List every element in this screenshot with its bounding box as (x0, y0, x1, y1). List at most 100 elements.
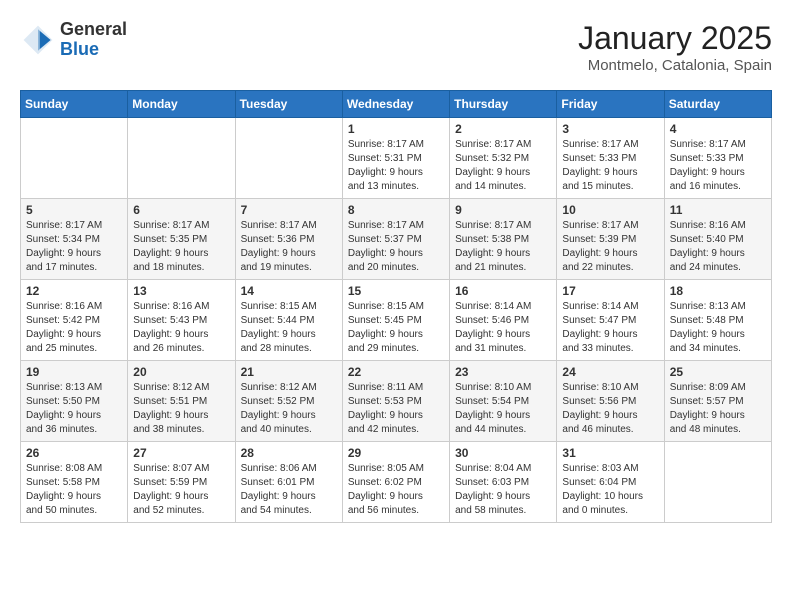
calendar-cell: 22 Sunrise: 8:11 AM Sunset: 5:53 PM Dayli… (342, 361, 449, 442)
day-number: 29 (348, 446, 444, 460)
calendar-cell: 14 Sunrise: 8:15 AM Sunset: 5:44 PM Dayli… (235, 280, 342, 361)
weekday-header-monday: Monday (128, 91, 235, 118)
calendar-cell: 24 Sunrise: 8:10 AM Sunset: 5:56 PM Dayli… (557, 361, 664, 442)
calendar-cell: 18 Sunrise: 8:13 AM Sunset: 5:48 PM Dayli… (664, 280, 771, 361)
logo-icon (20, 22, 56, 58)
calendar-cell: 28Sunrise: 8:06 AM Sunset: 6:01 PM Dayli… (235, 442, 342, 523)
calendar-cell: 9Sunrise: 8:17 AM Sunset: 5:38 PM Daylig… (450, 199, 557, 280)
day-number: 3 (562, 122, 658, 136)
day-info: Sunrise: 8:04 AM Sunset: 6:03 PM Dayligh… (455, 462, 551, 518)
day-info: Sunrise: 8:14 AM Sunset: 5:46 PM Dayligh… (455, 300, 551, 356)
day-info: Sunrise: 8:15 AM Sunset: 5:44 PM Dayligh… (241, 300, 337, 356)
day-info: Sunrise: 8:07 AM Sunset: 5:59 PM Dayligh… (133, 462, 229, 518)
day-info: Sunrise: 8:10 AM Sunset: 5:56 PM Dayligh… (562, 381, 658, 437)
calendar-cell: 10 Sunrise: 8:17 AM Sunset: 5:39 PM Dayli… (557, 199, 664, 280)
calendar-cell: 16Sunrise: 8:14 AM Sunset: 5:46 PM Dayli… (450, 280, 557, 361)
calendar-cell: 6 Sunrise: 8:17 AM Sunset: 5:35 PM Daylig… (128, 199, 235, 280)
calendar-cell: 31Sunrise: 8:03 AM Sunset: 6:04 PM Dayli… (557, 442, 664, 523)
calendar-cell: 26Sunrise: 8:08 AM Sunset: 5:58 PM Dayli… (21, 442, 128, 523)
weekday-header-friday: Friday (557, 91, 664, 118)
calendar-table: SundayMondayTuesdayWednesdayThursdayFrid… (20, 90, 772, 523)
day-number: 28 (241, 446, 337, 460)
day-number: 26 (26, 446, 122, 460)
day-info: Sunrise: 8:17 AM Sunset: 5:31 PM Dayligh… (348, 138, 444, 194)
day-number: 27 (133, 446, 229, 460)
weekday-header-wednesday: Wednesday (342, 91, 449, 118)
day-number: 7 (241, 203, 337, 217)
day-number: 25 (670, 365, 766, 379)
day-number: 24 (562, 365, 658, 379)
day-info: Sunrise: 8:17 AM Sunset: 5:38 PM Dayligh… (455, 219, 551, 275)
weekday-header-sunday: Sunday (21, 91, 128, 118)
day-number: 18 (670, 284, 766, 298)
calendar-cell: 4Sunrise: 8:17 AM Sunset: 5:33 PM Daylig… (664, 118, 771, 199)
calendar-cell: 27 Sunrise: 8:07 AM Sunset: 5:59 PM Dayli… (128, 442, 235, 523)
calendar-cell: 20 Sunrise: 8:12 AM Sunset: 5:51 PM Dayli… (128, 361, 235, 442)
day-info: Sunrise: 8:17 AM Sunset: 5:35 PM Dayligh… (133, 219, 229, 275)
day-number: 20 (133, 365, 229, 379)
day-number: 11 (670, 203, 766, 217)
calendar-cell: 13Sunrise: 8:16 AM Sunset: 5:43 PM Dayli… (128, 280, 235, 361)
week-row-2: 5Sunrise: 8:17 AM Sunset: 5:34 PM Daylig… (21, 199, 772, 280)
day-info: Sunrise: 8:11 AM Sunset: 5:53 PM Dayligh… (348, 381, 444, 437)
day-info: Sunrise: 8:17 AM Sunset: 5:36 PM Dayligh… (241, 219, 337, 275)
day-number: 15 (348, 284, 444, 298)
day-info: Sunrise: 8:15 AM Sunset: 5:45 PM Dayligh… (348, 300, 444, 356)
day-number: 13 (133, 284, 229, 298)
day-number: 1 (348, 122, 444, 136)
day-number: 21 (241, 365, 337, 379)
day-info: Sunrise: 8:05 AM Sunset: 6:02 PM Dayligh… (348, 462, 444, 518)
calendar-cell: 25 Sunrise: 8:09 AM Sunset: 5:57 PM Dayli… (664, 361, 771, 442)
calendar-cell: 15 Sunrise: 8:15 AM Sunset: 5:45 PM Dayli… (342, 280, 449, 361)
day-number: 4 (670, 122, 766, 136)
day-info: Sunrise: 8:17 AM Sunset: 5:32 PM Dayligh… (455, 138, 551, 194)
day-number: 17 (562, 284, 658, 298)
day-number: 10 (562, 203, 658, 217)
day-info: Sunrise: 8:13 AM Sunset: 5:50 PM Dayligh… (26, 381, 122, 437)
day-number: 19 (26, 365, 122, 379)
week-row-5: 26Sunrise: 8:08 AM Sunset: 5:58 PM Dayli… (21, 442, 772, 523)
month-title: January 2025 (578, 20, 772, 57)
calendar-cell: 3 Sunrise: 8:17 AM Sunset: 5:33 PM Daylig… (557, 118, 664, 199)
calendar-cell: 5Sunrise: 8:17 AM Sunset: 5:34 PM Daylig… (21, 199, 128, 280)
calendar-cell (664, 442, 771, 523)
day-number: 23 (455, 365, 551, 379)
logo-general-text: General (60, 20, 127, 40)
calendar-cell: 11 Sunrise: 8:16 AM Sunset: 5:40 PM Dayli… (664, 199, 771, 280)
calendar-cell: 30 Sunrise: 8:04 AM Sunset: 6:03 PM Dayli… (450, 442, 557, 523)
calendar-cell (128, 118, 235, 199)
week-row-4: 19 Sunrise: 8:13 AM Sunset: 5:50 PM Dayli… (21, 361, 772, 442)
day-info: Sunrise: 8:17 AM Sunset: 5:39 PM Dayligh… (562, 219, 658, 275)
calendar-cell (235, 118, 342, 199)
week-row-3: 12Sunrise: 8:16 AM Sunset: 5:42 PM Dayli… (21, 280, 772, 361)
title-block: January 2025 Montmelo, Catalonia, Spain (578, 20, 772, 74)
day-info: Sunrise: 8:14 AM Sunset: 5:47 PM Dayligh… (562, 300, 658, 356)
day-info: Sunrise: 8:16 AM Sunset: 5:40 PM Dayligh… (670, 219, 766, 275)
day-info: Sunrise: 8:13 AM Sunset: 5:48 PM Dayligh… (670, 300, 766, 356)
week-row-1: 1 Sunrise: 8:17 AM Sunset: 5:31 PM Daylig… (21, 118, 772, 199)
calendar-cell: 21Sunrise: 8:12 AM Sunset: 5:52 PM Dayli… (235, 361, 342, 442)
weekday-header-saturday: Saturday (664, 91, 771, 118)
calendar-cell (21, 118, 128, 199)
logo-text: General Blue (60, 20, 127, 60)
day-info: Sunrise: 8:12 AM Sunset: 5:51 PM Dayligh… (133, 381, 229, 437)
calendar-cell: 23 Sunrise: 8:10 AM Sunset: 5:54 PM Dayli… (450, 361, 557, 442)
calendar-cell: 12Sunrise: 8:16 AM Sunset: 5:42 PM Dayli… (21, 280, 128, 361)
day-number: 22 (348, 365, 444, 379)
calendar-cell: 19 Sunrise: 8:13 AM Sunset: 5:50 PM Dayli… (21, 361, 128, 442)
day-number: 14 (241, 284, 337, 298)
day-number: 30 (455, 446, 551, 460)
day-info: Sunrise: 8:09 AM Sunset: 5:57 PM Dayligh… (670, 381, 766, 437)
day-number: 5 (26, 203, 122, 217)
calendar-cell: 29 Sunrise: 8:05 AM Sunset: 6:02 PM Dayli… (342, 442, 449, 523)
logo-blue-text: Blue (60, 40, 127, 60)
calendar-cell: 7 Sunrise: 8:17 AM Sunset: 5:36 PM Daylig… (235, 199, 342, 280)
day-info: Sunrise: 8:17 AM Sunset: 5:33 PM Dayligh… (562, 138, 658, 194)
calendar-cell: 17 Sunrise: 8:14 AM Sunset: 5:47 PM Dayli… (557, 280, 664, 361)
location-text: Montmelo, Catalonia, Spain (578, 57, 772, 74)
day-number: 8 (348, 203, 444, 217)
day-info: Sunrise: 8:16 AM Sunset: 5:42 PM Dayligh… (26, 300, 122, 356)
day-info: Sunrise: 8:10 AM Sunset: 5:54 PM Dayligh… (455, 381, 551, 437)
calendar-cell: 1 Sunrise: 8:17 AM Sunset: 5:31 PM Daylig… (342, 118, 449, 199)
day-number: 6 (133, 203, 229, 217)
